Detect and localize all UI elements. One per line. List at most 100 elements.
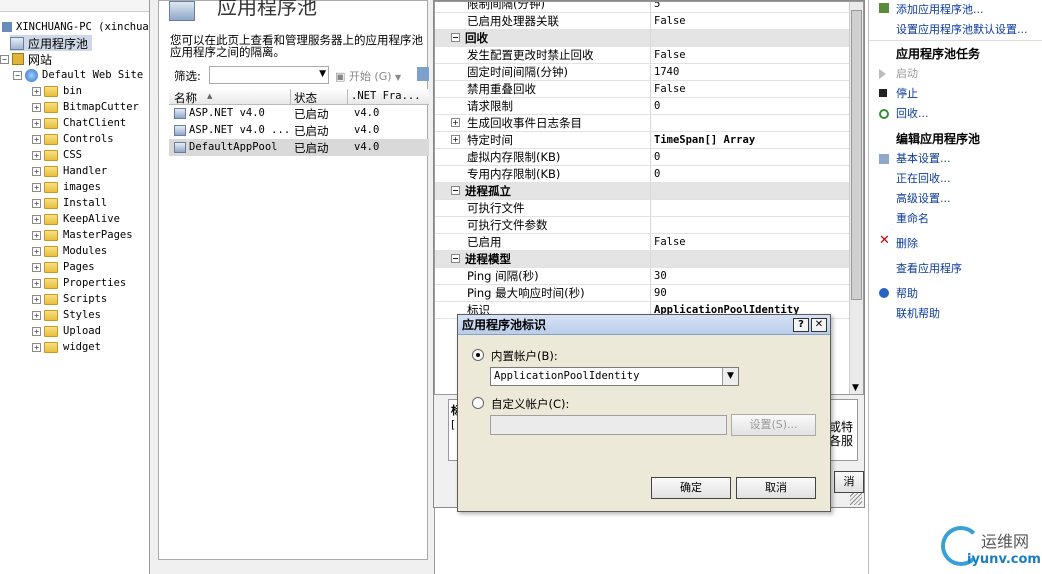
property-value[interactable] xyxy=(651,251,851,267)
tree-folder-node[interactable]: + Modules xyxy=(32,243,107,259)
scroll-down-icon[interactable]: ▼ xyxy=(852,383,859,393)
tree-default-site-node[interactable]: − Default Web Site xyxy=(13,67,143,83)
property-row[interactable]: 禁用重叠回收 False xyxy=(435,81,851,98)
rename-link[interactable]: 重命名 xyxy=(896,210,929,226)
pool-row[interactable]: ASP.NET v4.0 已启动 v4.0 xyxy=(169,105,429,122)
expand-icon[interactable]: + xyxy=(32,86,41,96)
property-value[interactable]: 0 xyxy=(651,149,851,165)
column-status[interactable]: 状态 xyxy=(294,90,317,106)
tree-folder-node[interactable]: + Properties xyxy=(32,275,126,291)
tree-folder-node[interactable]: + Handler xyxy=(32,163,107,179)
property-row[interactable]: 已启用处理器关联 False xyxy=(435,13,851,30)
cancel-button[interactable]: 取消 xyxy=(736,477,816,499)
tree-folder-node[interactable]: + Install xyxy=(32,195,107,211)
recycling-link[interactable]: 正在回收... xyxy=(896,170,951,186)
resize-grip-icon[interactable] xyxy=(850,493,862,505)
basic-settings-link[interactable]: 基本设置... xyxy=(896,150,951,166)
property-category[interactable]: − 进程孤立 xyxy=(435,183,851,200)
property-value[interactable]: 90 xyxy=(651,285,851,301)
scrollbar-thumb[interactable] xyxy=(851,10,862,300)
collapse-icon[interactable]: − xyxy=(0,54,9,64)
tree-folder-node[interactable]: + BitmapCutter xyxy=(32,99,139,115)
tree-folder-node[interactable]: + ChatClient xyxy=(32,115,126,131)
pool-row[interactable]: DefaultAppPool 已启动 v4.0 xyxy=(169,139,429,156)
property-value[interactable] xyxy=(651,217,851,233)
property-row[interactable]: Ping 间隔(秒) 30 xyxy=(435,268,851,285)
collapse-icon[interactable]: − xyxy=(451,186,460,195)
tree-folder-node[interactable]: + KeepAlive xyxy=(32,211,120,227)
pool-row[interactable]: ASP.NET v4.0 ... 已启动 v4.0 xyxy=(169,122,429,139)
expand-icon[interactable]: + xyxy=(32,262,41,272)
collapse-icon[interactable]: − xyxy=(13,70,22,80)
expand-icon[interactable]: + xyxy=(451,118,460,127)
property-value[interactable]: False xyxy=(651,234,851,250)
advanced-settings-link[interactable]: 高级设置... xyxy=(896,190,951,206)
set-button[interactable]: 设置(S)... xyxy=(731,414,816,436)
chevron-down-icon[interactable]: ▼ xyxy=(395,73,401,82)
expand-icon[interactable]: + xyxy=(32,198,41,208)
property-row[interactable]: 专用内存限制(KB) 0 xyxy=(435,166,851,183)
property-value[interactable]: False xyxy=(651,81,851,97)
tree-folder-node[interactable]: + Controls xyxy=(32,131,114,147)
property-row[interactable]: + 特定时间 TimeSpan[] Array xyxy=(435,132,851,149)
expand-icon[interactable]: + xyxy=(32,310,41,320)
custom-account-radio[interactable] xyxy=(472,397,484,409)
start-link[interactable]: 启动 xyxy=(896,65,918,81)
view-apps-link[interactable]: 查看应用程序 xyxy=(896,260,962,276)
start-filter-button[interactable]: ▣ 开始 (G) ▼ xyxy=(335,68,401,84)
ok-button[interactable]: 确定 xyxy=(651,477,731,499)
property-value[interactable] xyxy=(651,200,851,216)
close-button[interactable]: ✕ xyxy=(811,318,827,332)
tree-folder-node[interactable]: + CSS xyxy=(32,147,82,163)
property-value[interactable] xyxy=(651,115,851,131)
expand-icon[interactable]: + xyxy=(32,182,41,192)
property-row[interactable]: 可执行文件 xyxy=(435,200,851,217)
tree-folder-node[interactable]: + bin xyxy=(32,83,82,99)
property-value[interactable]: 1740 xyxy=(651,64,851,80)
column-framework[interactable]: .NET Fra... xyxy=(351,90,421,102)
property-value[interactable] xyxy=(651,183,851,199)
expand-icon[interactable]: + xyxy=(32,294,41,304)
filter-input[interactable]: ▼ xyxy=(209,66,329,84)
set-defaults-link[interactable]: 设置应用程序池默认设置... xyxy=(896,21,1028,37)
property-value[interactable]: False xyxy=(651,47,851,63)
tree-app-pools-node[interactable]: 应用程序池 xyxy=(10,35,93,51)
grid-cancel-button[interactable]: 消 xyxy=(834,471,864,493)
tree-folder-node[interactable]: + Pages xyxy=(32,259,95,275)
builtin-account-select[interactable]: ApplicationPoolIdentity ▼ xyxy=(490,367,739,386)
property-row[interactable]: 固定时间间隔(分钟) 1740 xyxy=(435,64,851,81)
help-button[interactable]: ? xyxy=(793,318,809,332)
column-name[interactable]: 名称 xyxy=(174,90,197,106)
expand-icon[interactable]: + xyxy=(32,118,41,128)
tree-folder-node[interactable]: + Upload xyxy=(32,323,101,339)
property-value[interactable]: False xyxy=(651,13,851,29)
expand-icon[interactable]: + xyxy=(32,150,41,160)
expand-icon[interactable]: + xyxy=(32,342,41,352)
property-grid-scrollbar[interactable]: ▼ xyxy=(849,2,863,394)
dialog-titlebar[interactable]: 应用程序池标识 xyxy=(458,315,830,335)
property-value[interactable]: 0 xyxy=(651,166,851,182)
delete-link[interactable]: 删除 xyxy=(896,235,918,251)
property-row[interactable]: 发生配置更改时禁止回收 False xyxy=(435,47,851,64)
property-value[interactable]: 0 xyxy=(651,98,851,114)
tree-folder-node[interactable]: + Scripts xyxy=(32,291,107,307)
expand-icon[interactable]: + xyxy=(32,102,41,112)
tree-server-node[interactable]: XINCHUANG-PC (xinchuang xyxy=(2,19,149,35)
tree-sites-node[interactable]: − 网站 xyxy=(0,51,52,67)
expand-icon[interactable]: + xyxy=(32,278,41,288)
recycle-link[interactable]: 回收... xyxy=(896,105,929,121)
tree-folder-node[interactable]: + Styles xyxy=(32,307,101,323)
property-category[interactable]: − 回收 xyxy=(435,30,851,47)
property-row[interactable]: 已启用 False xyxy=(435,234,851,251)
property-row[interactable]: 虚拟内存限制(KB) 0 xyxy=(435,149,851,166)
collapse-icon[interactable]: − xyxy=(451,254,460,263)
online-help-link[interactable]: 联机帮助 xyxy=(896,305,940,321)
property-value[interactable]: TimeSpan[] Array xyxy=(651,132,851,148)
column-divider[interactable] xyxy=(347,89,348,105)
stop-link[interactable]: 停止 xyxy=(896,85,918,101)
chevron-down-icon[interactable]: ▼ xyxy=(722,368,738,385)
property-category[interactable]: − 进程模型 xyxy=(435,251,851,268)
help-link[interactable]: 帮助 xyxy=(896,285,918,301)
column-divider[interactable] xyxy=(290,89,291,105)
property-value[interactable]: 5 xyxy=(651,2,851,12)
